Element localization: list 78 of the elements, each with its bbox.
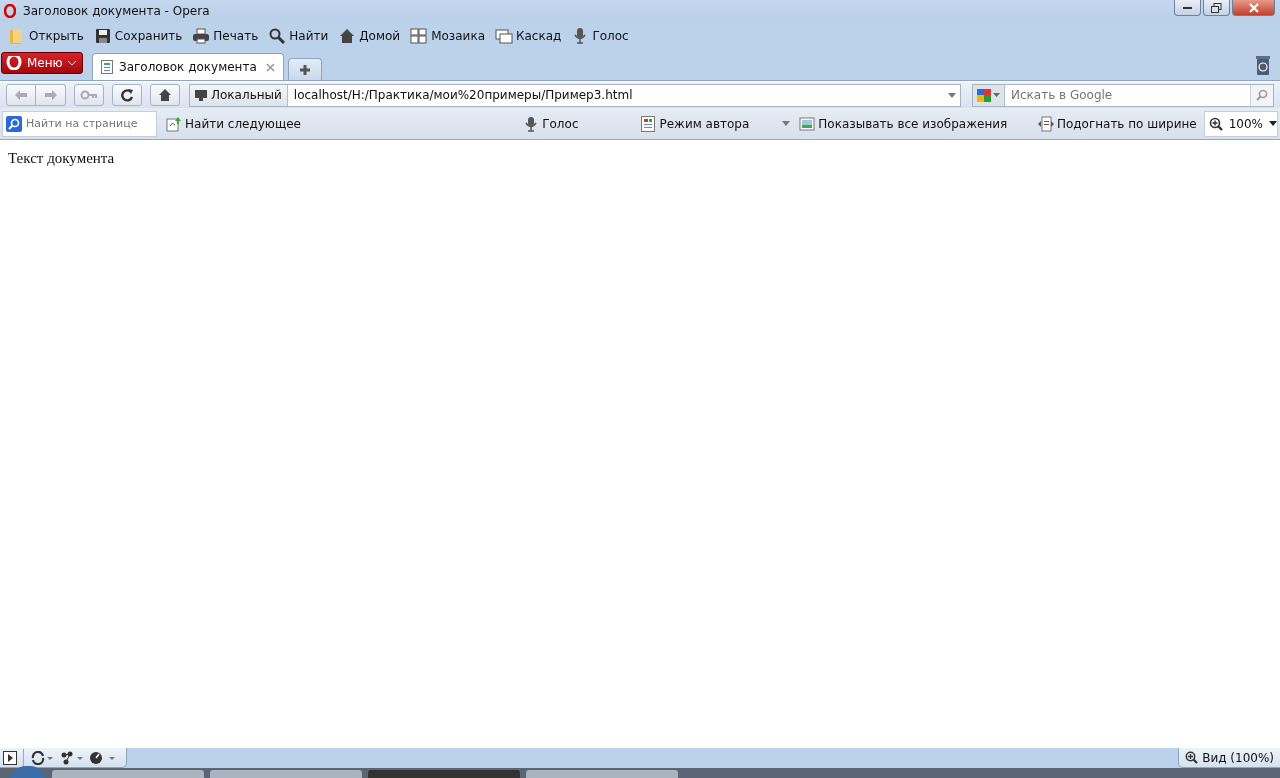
unite-button[interactable] [60, 750, 84, 765]
toolbar-button[interactable]: Подогнать по ширине [1034, 115, 1200, 132]
toolbar-button[interactable]: Каскад [493, 27, 564, 45]
reload-button[interactable] [112, 84, 142, 106]
home-button[interactable] [150, 84, 180, 106]
house-icon [158, 88, 172, 102]
opera-logo-icon [6, 56, 22, 70]
search-engine-button[interactable] [973, 84, 1005, 106]
printer-icon [192, 27, 211, 45]
forward-arrow-icon [43, 89, 58, 101]
find-box[interactable]: Найти на странице [2, 110, 157, 137]
sync-icon [30, 750, 54, 765]
search-icon [268, 27, 287, 45]
close-button[interactable] [1232, 0, 1275, 16]
minimize-button[interactable] [1174, 0, 1201, 16]
cascade-windows-icon [495, 27, 513, 45]
window-title: Заголовок документа - Opera [23, 4, 210, 18]
monitor-icon [195, 89, 207, 101]
document-text: Текст документа [8, 150, 116, 167]
zoom-value: 100% [1228, 116, 1263, 131]
new-tab-button[interactable] [288, 58, 322, 80]
opera-logo-icon [4, 4, 16, 18]
turbo-button[interactable] [90, 750, 116, 765]
search-box[interactable]: Искать в Google [972, 83, 1274, 107]
reload-icon [120, 88, 134, 102]
toolbar-button[interactable]: Голос [520, 115, 582, 132]
page-icon [101, 60, 113, 74]
zoom-dropdown[interactable]: 100% [1203, 110, 1278, 137]
restore-icon [1211, 2, 1222, 13]
document-icon [640, 115, 657, 132]
toolbar-button[interactable]: Режим автора [637, 115, 753, 132]
browser-tab[interactable]: Заголовок документа [92, 53, 284, 80]
sync-button[interactable] [30, 750, 54, 765]
caret-icon [1269, 121, 1277, 126]
dropdown-icon[interactable] [782, 121, 791, 126]
engine-logo-icon [977, 87, 991, 103]
toolbar-button[interactable]: Домой [336, 27, 403, 45]
gauge-icon [90, 750, 116, 765]
back-arrow-icon [14, 89, 28, 101]
microphone-icon [523, 115, 540, 132]
toolbar-button[interactable]: Найти [266, 27, 331, 45]
find-field[interactable]: Найти на странице [26, 117, 156, 130]
start-button[interactable] [10, 766, 46, 778]
restore-button[interactable] [1203, 0, 1230, 16]
image-icon [799, 115, 816, 132]
trash-icon[interactable] [1254, 54, 1272, 76]
zoom-status-button[interactable]: Вид (100%) [1178, 748, 1280, 768]
url-text: localhost/H:/Практика/мои%20примеры/Пример3.html [292, 88, 634, 102]
toolbar-button[interactable]: Мозаика [408, 27, 487, 45]
network-icon [60, 750, 84, 765]
zoom-icon [1185, 751, 1199, 764]
panel-toggle-button[interactable] [3, 750, 17, 765]
dropdown-icon[interactable] [948, 92, 956, 98]
zoom-icon [1208, 116, 1223, 131]
caret-icon [993, 93, 1000, 97]
search-icon [1256, 89, 1268, 101]
fit-width-icon [1037, 115, 1054, 132]
toolbar-button[interactable]: Найти следующее [163, 115, 304, 132]
key-icon [80, 90, 98, 100]
menu-button[interactable]: Меню [1, 52, 83, 74]
address-field[interactable]: Локальный localhost/H:/Практика/мои%20примеры/Пример3.html [189, 83, 961, 107]
caret-icon [67, 60, 76, 66]
house-icon [338, 27, 357, 45]
tile-windows-icon [410, 27, 429, 45]
toolbar-button[interactable]: Печать [190, 27, 261, 45]
security-badge[interactable]: Локальный [190, 84, 288, 106]
plus-icon [299, 63, 311, 76]
panel-icon [3, 750, 17, 765]
close-icon [1248, 2, 1259, 13]
toolbar-button[interactable]: Показывать все изображения [796, 115, 1011, 132]
search-icon [6, 115, 22, 132]
toolbar-button[interactable]: Открыть [6, 27, 86, 45]
toolbar-button[interactable]: Сохранить [91, 27, 185, 45]
toolbar-button[interactable]: Голос [569, 27, 631, 45]
find-next-icon [166, 115, 182, 132]
search-button[interactable] [1250, 84, 1273, 106]
security-label: Локальный [211, 88, 282, 102]
close-tab-icon[interactable] [266, 62, 275, 72]
